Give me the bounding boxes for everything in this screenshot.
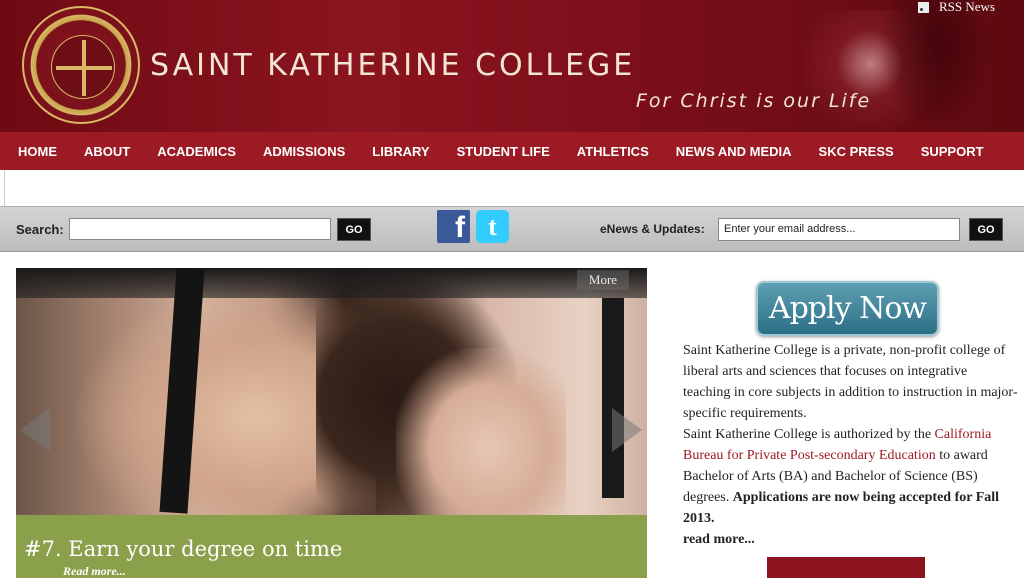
header-figure-image <box>880 0 990 132</box>
search-label: Search: <box>16 222 64 237</box>
search-go-button[interactable]: GO <box>337 218 371 241</box>
nav-item-academics[interactable]: ACADEMICS <box>157 144 236 159</box>
site-tagline: For Christ is our Life <box>636 90 872 112</box>
slide-caption-title[interactable]: #7. Earn your degree on time <box>24 537 342 561</box>
rss-label: RSS News <box>939 0 995 14</box>
main-nav: HOME ABOUT ACADEMICS ADMISSIONS LIBRARY … <box>0 132 1024 170</box>
college-seal-logo[interactable] <box>22 6 140 124</box>
slide-caption: #7. Earn your degree on time Read more..… <box>16 515 647 578</box>
nav-item-about[interactable]: ABOUT <box>84 144 130 159</box>
nav-item-student-life[interactable]: STUDENT LIFE <box>457 144 550 159</box>
nav-item-support[interactable]: SUPPORT <box>921 144 984 159</box>
banner-strip <box>4 170 1024 206</box>
slide-read-more-link[interactable]: Read more... <box>63 564 126 578</box>
site-header: SAINT KATHERINE COLLEGE For Christ is ou… <box>0 0 1024 132</box>
rss-icon <box>918 1 929 13</box>
slider-next-icon[interactable] <box>612 408 642 452</box>
about-read-more-link[interactable]: read more... <box>683 532 755 547</box>
about-paragraph-1: Saint Katherine College is a private, no… <box>683 343 1018 421</box>
enews-email-input[interactable]: Enter your email address... <box>718 218 960 241</box>
about-paragraph-2-start: Saint Katherine College is authorized by… <box>683 427 935 442</box>
facebook-icon[interactable]: f <box>437 210 470 243</box>
nav-item-athletics[interactable]: ATHLETICS <box>577 144 649 159</box>
site-name[interactable]: SAINT KATHERINE COLLEGE <box>150 48 635 83</box>
search-bar: Search: GO f t eNews & Updates: Enter yo… <box>0 206 1024 252</box>
sidebar-red-button[interactable] <box>767 557 925 578</box>
search-input[interactable] <box>69 218 331 240</box>
slide-image-cap <box>16 268 647 298</box>
about-text: Saint Katherine College is a private, no… <box>683 340 1018 550</box>
nav-item-admissions[interactable]: ADMISSIONS <box>263 144 345 159</box>
slide-image-tassel-2 <box>602 298 624 498</box>
enews-go-button[interactable]: GO <box>969 218 1003 241</box>
enews-label: eNews & Updates: <box>600 222 705 236</box>
seal-cross-icon <box>51 35 115 99</box>
slider-prev-icon[interactable] <box>20 408 50 452</box>
nav-item-library[interactable]: LIBRARY <box>372 144 429 159</box>
rss-news-link[interactable]: RSS News <box>918 0 995 14</box>
nav-item-home[interactable]: HOME <box>18 144 57 159</box>
apply-now-button[interactable]: Apply Now <box>756 281 939 336</box>
slider-more-button[interactable]: More <box>577 270 629 290</box>
twitter-icon[interactable]: t <box>476 210 509 243</box>
featured-slider: More #7. Earn your degree on time Read m… <box>16 268 647 578</box>
nav-item-skc-press[interactable]: SKC PRESS <box>819 144 894 159</box>
nav-item-news-and-media[interactable]: NEWS AND MEDIA <box>676 144 792 159</box>
